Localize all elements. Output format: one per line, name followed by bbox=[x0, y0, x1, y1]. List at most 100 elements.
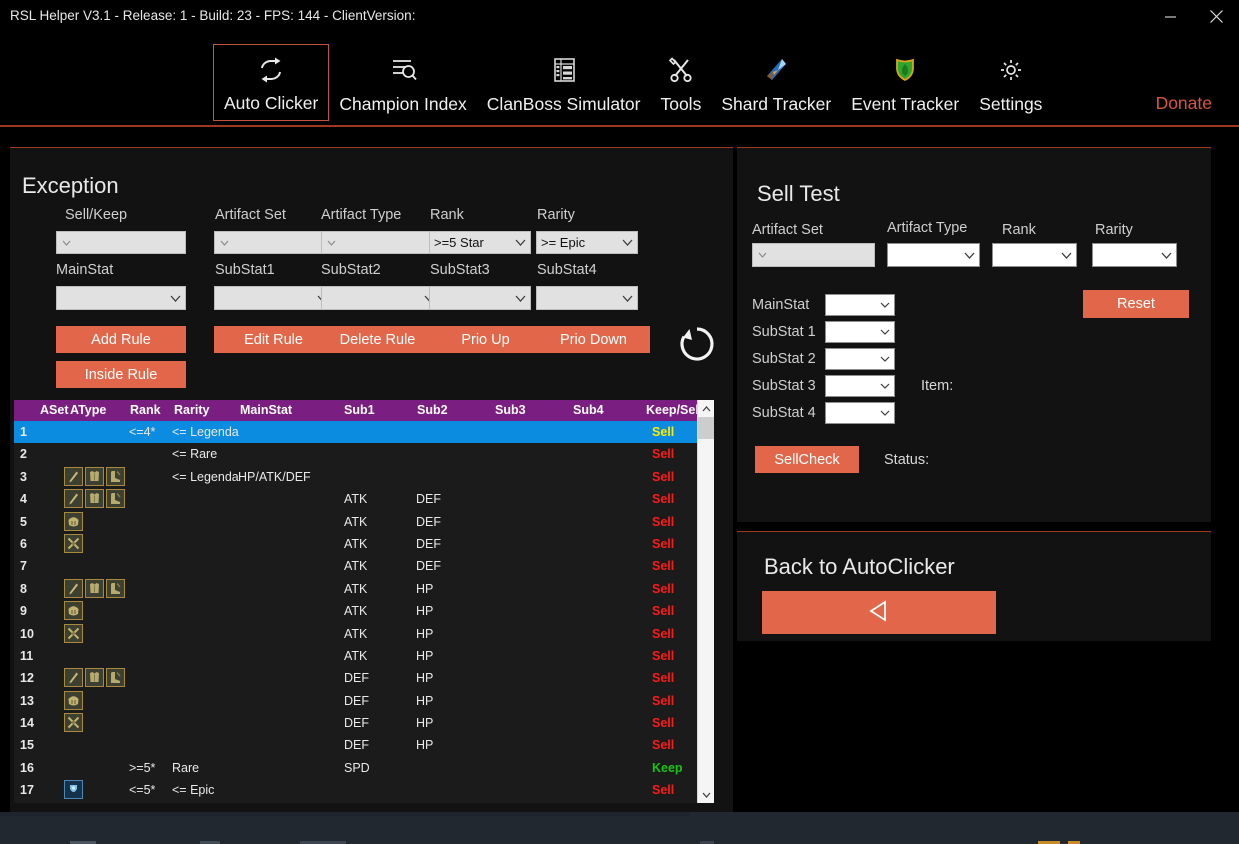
inside-rule-button[interactable]: Inside Rule bbox=[56, 361, 186, 388]
item-label: Item: bbox=[921, 378, 954, 394]
delete-rule-button[interactable]: Delete Rule bbox=[321, 326, 434, 353]
table-row[interactable]: 2 <= Rare Sell bbox=[14, 443, 714, 466]
substat2-dropdown[interactable] bbox=[321, 286, 440, 310]
st-substat1-dropdown[interactable] bbox=[825, 321, 895, 343]
chevron-down-icon bbox=[880, 356, 890, 362]
cell-sub2: HP bbox=[416, 581, 434, 596]
cell-mainstat: HP/ATK/DEF bbox=[238, 469, 311, 484]
artifact-set-dropdown[interactable] bbox=[214, 231, 333, 254]
nav-item-settings[interactable]: Settings bbox=[969, 44, 1052, 121]
sellcheck-button[interactable]: SellCheck bbox=[755, 446, 859, 473]
artifact-type-icons bbox=[64, 533, 83, 553]
repeat-icon bbox=[255, 50, 287, 89]
desktop-bottom-strip bbox=[0, 812, 1239, 844]
cell-sub1: ATK bbox=[344, 581, 368, 596]
label-substat2: SubStat2 bbox=[321, 262, 381, 278]
reset-button[interactable]: Reset bbox=[1083, 290, 1189, 318]
label-st-rarity: Rarity bbox=[1095, 222, 1133, 238]
boots-icon bbox=[106, 466, 125, 486]
row-index: 6 bbox=[20, 536, 27, 551]
nav-item-tools[interactable]: Tools bbox=[650, 44, 711, 121]
row-index: 13 bbox=[20, 693, 34, 708]
table-scrollbar[interactable] bbox=[697, 400, 714, 803]
nav-item-auto-clicker[interactable]: Auto Clicker bbox=[213, 44, 330, 121]
nav-item-shard-tracker[interactable]: Shard Tracker bbox=[711, 44, 841, 121]
label-artifact-set: Artifact Set bbox=[215, 207, 286, 223]
st-artifact-type-dropdown[interactable] bbox=[887, 243, 980, 267]
scroll-down-icon[interactable] bbox=[698, 786, 714, 803]
table-row[interactable]: 15 DEF HP Sell bbox=[14, 734, 714, 757]
table-row[interactable]: 6 ATK DEF Sell bbox=[14, 532, 714, 556]
scroll-up-icon[interactable] bbox=[698, 400, 714, 417]
minimize-icon[interactable] bbox=[1147, 0, 1193, 33]
edit-rule-button[interactable]: Edit Rule bbox=[214, 326, 333, 353]
table-row[interactable]: 4 ATK DEF Sell bbox=[14, 488, 714, 511]
gear-icon bbox=[995, 50, 1027, 90]
table-row[interactable]: 5 ATK DEF Sell bbox=[14, 510, 714, 533]
nav-item-clanboss-simulator[interactable]: ClanBoss Simulator bbox=[477, 44, 651, 121]
substat3-dropdown[interactable] bbox=[429, 286, 531, 310]
col-rarity: Rarity bbox=[174, 403, 210, 417]
st-rank-dropdown[interactable] bbox=[992, 243, 1077, 267]
chest-icon bbox=[85, 668, 104, 688]
substat4-dropdown[interactable] bbox=[536, 286, 638, 310]
artifact-type-icons bbox=[64, 668, 125, 688]
cell-sub1: DEF bbox=[344, 738, 369, 753]
cell-sub2: HP bbox=[416, 716, 434, 731]
table-row[interactable]: 13 DEF HP Sell bbox=[14, 689, 714, 713]
sell-keep-dropdown[interactable] bbox=[56, 231, 186, 254]
table-row[interactable]: 3 <= Legenda HP/ATK/DEF Sell bbox=[14, 465, 714, 489]
rank-dropdown[interactable]: >=5 Star bbox=[429, 231, 531, 254]
label-st-mainstat: MainStat bbox=[752, 297, 810, 313]
artifact-type-icons bbox=[64, 511, 83, 531]
st-substat2-dropdown[interactable] bbox=[825, 348, 895, 370]
prio-up-button[interactable]: Prio Up bbox=[429, 326, 542, 353]
row-index: 11 bbox=[20, 648, 34, 663]
artifact-type-dropdown[interactable] bbox=[321, 231, 440, 254]
cell-sub2: HP bbox=[416, 604, 434, 619]
status-badge: Sell bbox=[652, 693, 675, 708]
label-st-substat2: SubStat 2 bbox=[752, 351, 816, 367]
cell-sub1: ATK bbox=[344, 648, 368, 663]
cell-sub2: DEF bbox=[416, 514, 441, 529]
table-row[interactable]: 17 <=5* <= Epic Sell bbox=[14, 779, 714, 802]
cell-sub2: HP bbox=[416, 626, 434, 641]
st-substat4-dropdown[interactable] bbox=[825, 402, 895, 424]
donate-link[interactable]: Donate bbox=[1156, 93, 1212, 114]
chevron-down-icon bbox=[880, 302, 890, 308]
table-row[interactable]: 12 DEF HP Sell bbox=[14, 667, 714, 690]
label-rarity: Rarity bbox=[537, 207, 575, 223]
table-row[interactable]: 1 <=4* <= Legenda Sell bbox=[14, 421, 714, 444]
table-row[interactable]: 14 DEF HP Sell bbox=[14, 712, 714, 735]
chevron-down-icon bbox=[515, 239, 526, 246]
table-row[interactable]: 16 >=5* Rare SPD Keep bbox=[14, 756, 714, 780]
status-badge: Keep bbox=[652, 760, 683, 775]
window-controls bbox=[1147, 0, 1239, 33]
cell-sub1: ATK bbox=[344, 559, 368, 574]
status-badge: Sell bbox=[652, 648, 675, 663]
rules-table[interactable]: ASet AType Rank Rarity MainStat Sub1 Sub… bbox=[14, 400, 714, 803]
substat1-dropdown[interactable] bbox=[214, 286, 333, 310]
st-substat3-dropdown[interactable] bbox=[825, 375, 895, 397]
nav-item-champion-index[interactable]: Champion Index bbox=[329, 44, 476, 121]
nav-item-event-tracker[interactable]: Event Tracker bbox=[841, 44, 969, 121]
table-row[interactable]: 9 ATK HP Sell bbox=[14, 600, 714, 623]
add-rule-button[interactable]: Add Rule bbox=[56, 326, 186, 353]
cell-rarity: <= Legenda bbox=[172, 469, 239, 484]
st-artifact-set-dropdown[interactable] bbox=[752, 243, 875, 267]
chevron-down-icon bbox=[220, 240, 229, 246]
rarity-dropdown[interactable]: >= Epic bbox=[536, 231, 638, 254]
status-badge: Sell bbox=[652, 738, 675, 753]
prio-down-button[interactable]: Prio Down bbox=[537, 326, 650, 353]
table-row[interactable]: 10 ATK HP Sell bbox=[14, 622, 714, 645]
st-mainstat-dropdown[interactable] bbox=[825, 294, 895, 316]
table-row[interactable]: 8 ATK HP Sell bbox=[14, 577, 714, 601]
table-row[interactable]: 11 ATK HP Sell bbox=[14, 644, 714, 668]
scrollbar-thumb[interactable] bbox=[698, 417, 714, 439]
back-to-autoclicker-button[interactable] bbox=[762, 591, 996, 634]
table-row[interactable]: 7 ATK DEF Sell bbox=[14, 555, 714, 578]
mainstat-dropdown[interactable] bbox=[56, 286, 186, 310]
st-rarity-dropdown[interactable] bbox=[1092, 243, 1177, 267]
close-icon[interactable] bbox=[1193, 0, 1239, 33]
refresh-icon[interactable] bbox=[676, 323, 718, 370]
